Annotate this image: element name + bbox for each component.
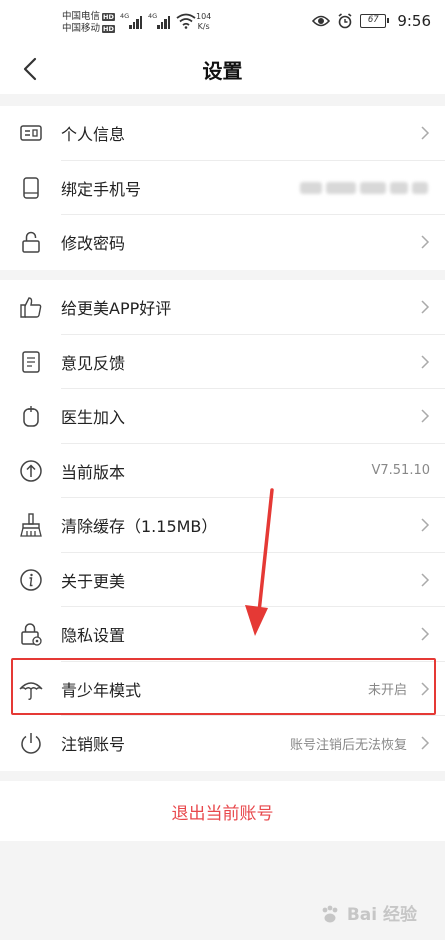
- upload-icon: [20, 460, 42, 482]
- eye-icon: [312, 15, 331, 27]
- doctor-icon: [23, 406, 39, 427]
- app-settings-group: 给更美APP好评 意见反馈 医生加入 当前版本 V7.51.10 清除缓存（1.…: [0, 280, 445, 771]
- signal-icons: 4G 4G: [120, 13, 196, 29]
- umbrella-icon: [19, 682, 43, 700]
- clock: 9:56: [397, 12, 431, 30]
- menu-item-label: 修改密码: [61, 234, 126, 254]
- wifi-icon: [176, 13, 196, 29]
- menu-item-label: 注销账号: [61, 735, 126, 755]
- version-value: V7.51.10: [371, 463, 430, 479]
- menu-item-bind-phone[interactable]: 绑定手机号: [0, 161, 445, 215]
- privacy-lock-icon: [21, 623, 42, 646]
- masked-phone-number: [300, 180, 430, 196]
- page-title: 设置: [202, 59, 243, 83]
- menu-item-label: 隐私设置: [61, 626, 126, 646]
- watermark-text: Bai 经验: [346, 905, 417, 925]
- paw-icon: [322, 905, 338, 923]
- chevron-right-icon: [421, 736, 430, 750]
- menu-item-label: 当前版本: [61, 462, 126, 482]
- lock-icon: [22, 232, 40, 253]
- menu-item-label: 关于更美: [61, 571, 126, 591]
- chevron-right-icon: [421, 518, 430, 532]
- menu-item-label: 意见反馈: [61, 353, 126, 373]
- menu-item-privacy[interactable]: 隐私设置: [0, 607, 445, 662]
- menu-item-youth-mode[interactable]: 青少年模式 未开启: [0, 662, 445, 716]
- menu-item-label: 清除缓存（1.15MB）: [61, 517, 218, 537]
- battery-icon: 67: [360, 14, 390, 28]
- menu-item-label: 个人信息: [61, 125, 126, 145]
- chevron-right-icon: [421, 235, 430, 249]
- menu-item-label: 青少年模式: [61, 680, 142, 700]
- menu-item-feedback[interactable]: 意见反馈: [0, 335, 445, 389]
- menu-item-personal-info[interactable]: 个人信息: [0, 106, 445, 161]
- alarm-icon: [338, 13, 352, 29]
- info-icon: [20, 569, 42, 591]
- carrier-1: 中国电信: [62, 11, 101, 22]
- signal-strength-icon: 4G: [148, 13, 170, 29]
- hd-badge: HD: [102, 25, 115, 33]
- chevron-right-icon: [421, 627, 430, 641]
- broom-icon: [20, 513, 42, 537]
- delete-account-hint: 账号注销后无法恢复: [289, 737, 407, 753]
- power-icon: [21, 733, 41, 754]
- menu-item-about[interactable]: 关于更美: [0, 553, 445, 607]
- menu-item-change-password[interactable]: 修改密码: [0, 215, 445, 270]
- hd-badge: HD: [102, 13, 115, 21]
- network-speed: 104 K/s: [196, 12, 212, 31]
- account-settings-group: 个人信息 绑定手机号 修改密码: [0, 106, 445, 270]
- menu-item-delete-account[interactable]: 注销账号 账号注销后无法恢复: [0, 716, 445, 771]
- feedback-icon: [22, 351, 40, 373]
- menu-item-rate-app[interactable]: 给更美APP好评: [0, 280, 445, 335]
- menu-item-label: 绑定手机号: [61, 179, 142, 199]
- chevron-right-icon: [421, 300, 430, 314]
- phone-icon: [23, 177, 39, 199]
- menu-item-label: 医生加入: [61, 408, 126, 428]
- menu-item-label: 给更美APP好评: [61, 299, 172, 319]
- id-card-icon: [20, 125, 42, 141]
- thumbs-up-icon: [20, 297, 42, 318]
- chevron-right-icon: [421, 355, 430, 369]
- carrier-2: 中国移动: [62, 23, 101, 34]
- watermark: Bai 经验: [319, 900, 417, 926]
- status-bar: 中国电信 HD 中国移动 HD 4G 4G 104 K/s 67 9:56: [0, 0, 445, 44]
- menu-item-clear-cache[interactable]: 清除缓存（1.15MB）: [0, 498, 445, 553]
- nav-bar: 设置: [0, 44, 445, 94]
- logout-button[interactable]: 退出当前账号: [0, 781, 445, 841]
- chevron-right-icon: [421, 409, 430, 423]
- chevron-right-icon: [421, 126, 430, 140]
- signal-strength-icon: 4G: [120, 13, 142, 29]
- menu-item-current-version[interactable]: 当前版本 V7.51.10: [0, 444, 445, 498]
- youth-mode-status: 未开启: [367, 683, 407, 699]
- carrier-info: 中国电信 HD 中国移动 HD: [62, 11, 115, 35]
- menu-item-doctor-join[interactable]: 医生加入: [0, 389, 445, 444]
- chevron-right-icon: [421, 682, 430, 696]
- chevron-right-icon: [421, 573, 430, 587]
